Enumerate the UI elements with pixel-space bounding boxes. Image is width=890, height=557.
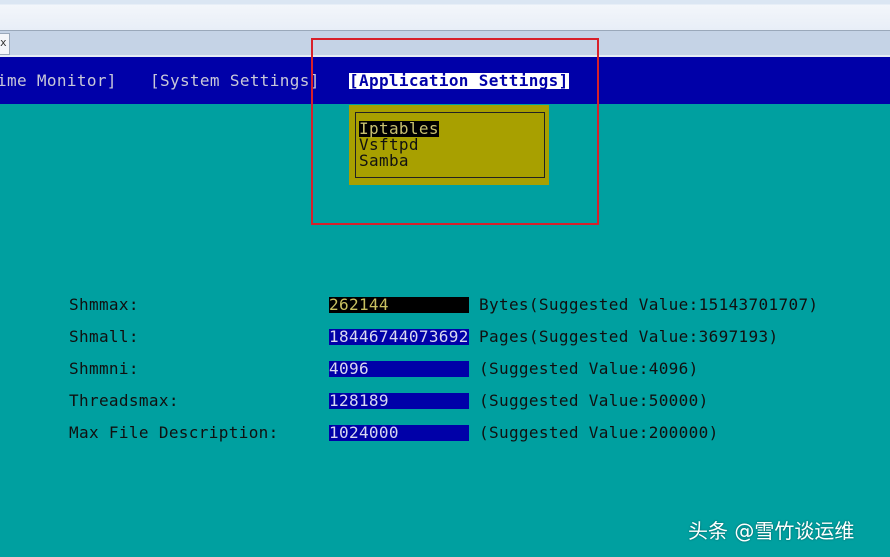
- menu-realtime-monitor[interactable]: ime Monitor]: [0, 73, 117, 89]
- shmmni-hint: (Suggested Value:4096): [479, 359, 699, 378]
- highlight-annotation-box: [311, 38, 599, 225]
- shmmni-input[interactable]: 4096: [329, 361, 469, 377]
- max-file-description-hint: (Suggested Value:200000): [479, 423, 719, 442]
- window-title-bar: [0, 0, 890, 31]
- shmmni-label: Shmmni:: [69, 359, 139, 378]
- menu-system-settings[interactable]: [System Settings]: [150, 73, 320, 89]
- threadsmax-input[interactable]: 128189: [329, 393, 469, 409]
- tab-close-button[interactable]: x: [0, 33, 10, 55]
- max-file-description-label: Max File Description:: [69, 423, 279, 442]
- max-file-description-input[interactable]: 1024000: [329, 425, 469, 441]
- shmmax-input[interactable]: 262144: [329, 297, 469, 313]
- shmmax-label: Shmmax:: [69, 295, 139, 314]
- shmmax-hint: Bytes(Suggested Value:15143701707): [479, 295, 819, 314]
- threadsmax-hint: (Suggested Value:50000): [479, 391, 709, 410]
- watermark: 头条 @雪竹谈运维: [688, 519, 855, 543]
- shmall-input[interactable]: 18446744073692: [329, 329, 469, 345]
- threadsmax-label: Threadsmax:: [69, 391, 179, 410]
- close-icon: x: [0, 36, 7, 49]
- shmall-hint: Pages(Suggested Value:3697193): [479, 327, 779, 346]
- shmall-label: Shmall:: [69, 327, 139, 346]
